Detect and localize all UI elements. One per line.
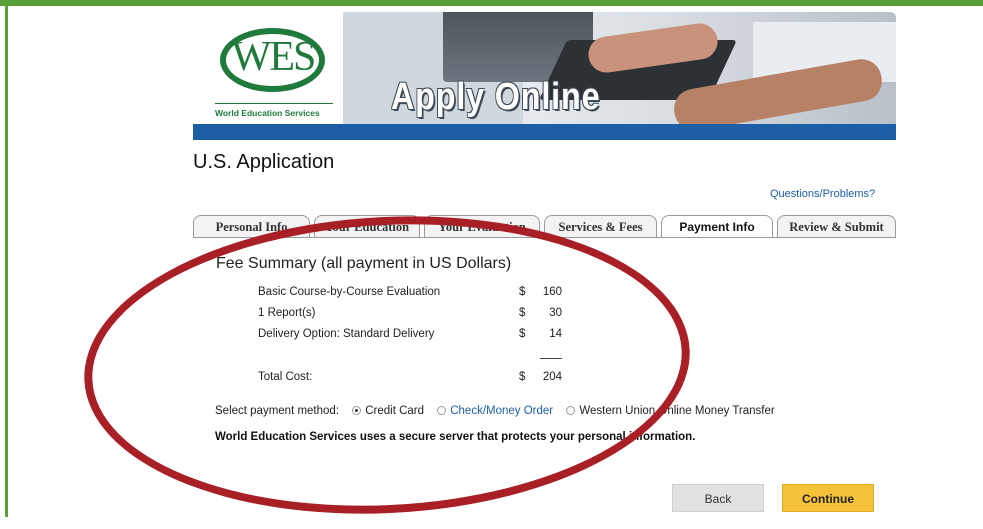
tab-your-evaluation[interactable]: Your Evaluation <box>424 215 540 237</box>
fee-item-amount: 14 <box>549 328 562 340</box>
secure-server-note: World Education Services uses a secure s… <box>215 431 696 443</box>
payment-option-western-union[interactable]: Western Union Online Money Transfer <box>566 405 775 417</box>
fee-item-amount: 30 <box>549 307 562 319</box>
fee-summary-title: Fee Summary (all payment in US Dollars) <box>216 255 512 272</box>
application-tabs: Personal Info Your Education Your Evalua… <box>193 215 896 239</box>
frame-border-left <box>5 0 8 517</box>
annotation-oval <box>76 201 698 529</box>
header-banner: WES World Education Services Apply Onlin… <box>193 12 896 140</box>
payment-option-check[interactable]: Check/Money Order <box>437 405 553 417</box>
payment-option-label[interactable]: Check/Money Order <box>450 405 553 417</box>
payment-option-label: Credit Card <box>365 405 425 417</box>
frame-border-top <box>0 0 983 6</box>
radio-icon[interactable] <box>437 406 447 415</box>
payment-option-label: Western Union Online Money Transfer <box>579 405 775 417</box>
payment-option-credit-card[interactable]: Credit Card <box>352 405 424 417</box>
fee-item-amount: 160 <box>542 286 562 298</box>
fee-item-label: Basic Course-by-Course Evaluation <box>258 286 441 298</box>
tab-your-education[interactable]: Your Education <box>314 215 420 237</box>
logo-subtitle: World Education Services <box>215 108 320 118</box>
total-label: Total Cost: <box>258 371 313 383</box>
page-title: U.S. Application <box>193 151 335 173</box>
tab-payment-info[interactable]: Payment Info <box>661 215 773 237</box>
tab-divider <box>193 237 896 238</box>
wes-logo[interactable]: WES World Education Services <box>193 12 343 132</box>
radio-icon[interactable] <box>566 406 576 415</box>
fee-item-label: 1 Report(s) <box>258 307 316 319</box>
logo-rule <box>215 103 333 104</box>
tab-review-submit[interactable]: Review & Submit <box>777 215 896 237</box>
payment-method-row: Select payment method: Credit Card Check… <box>215 405 775 417</box>
banner-strip <box>193 124 896 140</box>
help-link[interactable]: Questions/Problems? <box>770 188 875 200</box>
banner-title: Apply Online <box>391 76 601 118</box>
payment-method-label: Select payment method: <box>215 405 340 417</box>
back-button[interactable]: Back <box>672 484 764 512</box>
tab-services-fees[interactable]: Services & Fees <box>544 215 657 237</box>
fee-item-label: Delivery Option: Standard Delivery <box>258 328 435 340</box>
total-divider <box>540 358 562 359</box>
total-amount: 204 <box>542 371 562 383</box>
radio-icon[interactable] <box>352 406 362 415</box>
logo-text: WES <box>231 34 317 80</box>
continue-button[interactable]: Continue <box>782 484 874 512</box>
tab-personal-info[interactable]: Personal Info <box>193 215 310 237</box>
